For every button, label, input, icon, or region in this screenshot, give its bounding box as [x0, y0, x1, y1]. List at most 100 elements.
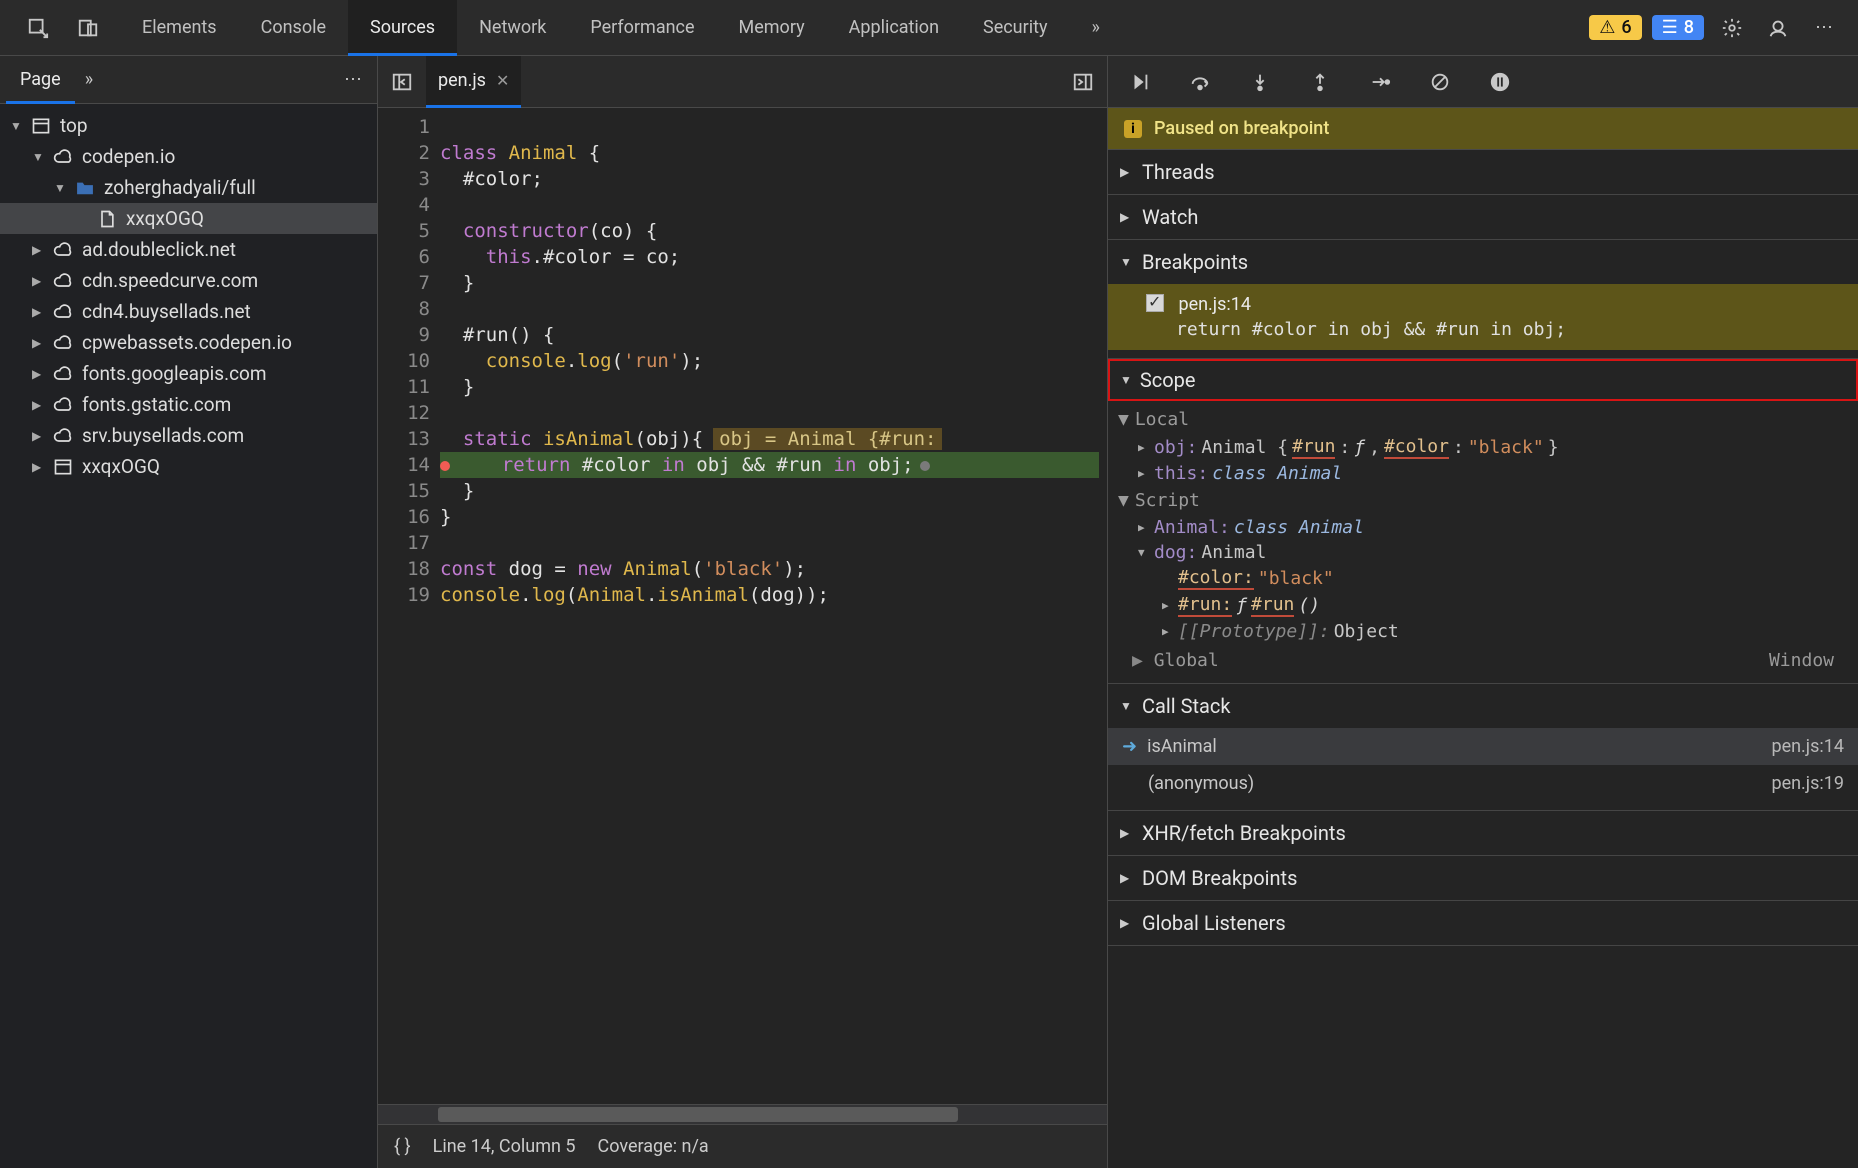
- section-dom-breakpoints[interactable]: ▶DOM Breakpoints: [1108, 856, 1858, 900]
- devtools-top-tabbar: Elements Console Sources Network Perform…: [0, 0, 1858, 56]
- cloud-icon: [52, 302, 74, 322]
- tree-row[interactable]: ▶fonts.googleapis.com: [0, 358, 377, 389]
- paused-message: Paused on breakpoint: [1154, 118, 1329, 139]
- folder-icon: [74, 178, 96, 198]
- step-out-icon[interactable]: [1302, 64, 1338, 100]
- sources-navigator: Page » ⋯ ▼ top ▼codepen.io▼zoherghadyali…: [0, 56, 378, 1168]
- tab-performance[interactable]: Performance: [568, 0, 716, 56]
- tree-label: xxqxOGQ: [82, 455, 160, 478]
- tree-label: xxqxOGQ: [126, 207, 204, 230]
- toggle-debugger-icon[interactable]: [1065, 64, 1101, 100]
- section-watch[interactable]: ▶Watch: [1108, 195, 1858, 239]
- debugger-panel: i Paused on breakpoint ▶Threads ▶Watch ▼…: [1108, 56, 1858, 1168]
- scope-var-dog[interactable]: ▼ dog: Animal: [1118, 540, 1848, 565]
- tree-label: ad.doubleclick.net: [82, 238, 236, 261]
- cloud-icon: [52, 426, 74, 446]
- tree-row[interactable]: ▶xxqxOGQ: [0, 451, 377, 482]
- section-global-listeners[interactable]: ▶Global Listeners: [1108, 901, 1858, 945]
- braces-icon[interactable]: { }: [394, 1136, 411, 1157]
- scope-prop[interactable]: ▶ [[Prototype]]: Object: [1118, 619, 1848, 644]
- breakpoint-checkbox[interactable]: [1146, 294, 1164, 312]
- resume-icon[interactable]: [1122, 64, 1158, 100]
- breakpoint-location: pen.js:14: [1178, 294, 1251, 315]
- tree-row[interactable]: ▶ad.doubleclick.net: [0, 234, 377, 265]
- cloud-icon: [52, 147, 74, 167]
- horizontal-scrollbar[interactable]: [378, 1104, 1107, 1124]
- section-breakpoints[interactable]: ▼Breakpoints: [1108, 240, 1858, 284]
- tab-console[interactable]: Console: [239, 0, 348, 56]
- step-over-icon[interactable]: [1182, 64, 1218, 100]
- more-icon[interactable]: ⋯: [1806, 10, 1842, 46]
- tree-row[interactable]: ▶srv.buysellads.com: [0, 420, 377, 451]
- section-threads[interactable]: ▶Threads: [1108, 150, 1858, 194]
- warnings-badge[interactable]: ⚠ 6: [1589, 15, 1641, 40]
- scope-var[interactable]: ▶ Animal: class Animal: [1118, 515, 1848, 540]
- deactivate-breakpoints-icon[interactable]: [1422, 64, 1458, 100]
- scope-script[interactable]: ▼Script: [1118, 486, 1848, 515]
- tree-label: zoherghadyali/full: [104, 176, 256, 199]
- close-icon[interactable]: ✕: [496, 71, 509, 90]
- section-xhr-breakpoints[interactable]: ▶XHR/fetch Breakpoints: [1108, 811, 1858, 855]
- window-icon: [52, 457, 74, 477]
- tree-row[interactable]: ▶fonts.gstatic.com: [0, 389, 377, 420]
- warnings-count: 6: [1621, 17, 1631, 38]
- file-icon: [96, 209, 118, 229]
- tab-security[interactable]: Security: [961, 0, 1069, 56]
- tree-top[interactable]: ▼ top: [0, 110, 377, 141]
- step-into-icon[interactable]: [1242, 64, 1278, 100]
- cloud-icon: [52, 333, 74, 353]
- face-icon[interactable]: [1760, 10, 1796, 46]
- tree-row[interactable]: xxqxOGQ: [0, 203, 377, 234]
- tree-label: cdn4.buysellads.net: [82, 300, 251, 323]
- tab-sources[interactable]: Sources: [348, 0, 457, 56]
- toggle-navigator-icon[interactable]: [384, 64, 420, 100]
- cloud-icon: [52, 364, 74, 384]
- tree-label: top: [60, 114, 88, 137]
- tree-row[interactable]: ▼zoherghadyali/full: [0, 172, 377, 203]
- tab-network[interactable]: Network: [457, 0, 568, 56]
- cloud-icon: [52, 271, 74, 291]
- pause-exceptions-icon[interactable]: [1482, 64, 1518, 100]
- cursor-position: Line 14, Column 5: [433, 1136, 576, 1157]
- tab-memory[interactable]: Memory: [717, 0, 827, 56]
- breakpoint-snippet: return #color in obj && #run in obj;: [1146, 315, 1842, 340]
- scope-local[interactable]: ▼Local: [1118, 405, 1848, 434]
- editor-filename: pen.js: [438, 70, 486, 91]
- device-toggle-icon[interactable]: [70, 10, 106, 46]
- scope-var[interactable]: ▶ obj: Animal {#run: ƒ, #color: "black"}: [1118, 434, 1848, 461]
- scope-global[interactable]: ▶ Global Window: [1118, 644, 1848, 677]
- navigator-more-icon[interactable]: ⋯: [335, 62, 371, 98]
- callstack-frame[interactable]: ➜isAnimal pen.js:14: [1108, 728, 1858, 765]
- tab-elements[interactable]: Elements: [120, 0, 239, 56]
- navigator-tab-page[interactable]: Page: [6, 56, 75, 104]
- tab-overflow[interactable]: »: [1069, 0, 1121, 56]
- scope-prop[interactable]: #color: "black": [1118, 565, 1848, 592]
- code-area[interactable]: class Animal { #color; constructor(co) {…: [438, 108, 1107, 1104]
- inspect-element-icon[interactable]: [20, 10, 56, 46]
- editor-file-tab[interactable]: pen.js ✕: [426, 56, 521, 108]
- tree-row[interactable]: ▶cpwebassets.codepen.io: [0, 327, 377, 358]
- line-gutter[interactable]: 12345678910111213141516171819: [378, 108, 438, 1104]
- navigator-tab-overflow[interactable]: »: [75, 69, 103, 90]
- callstack-frame[interactable]: (anonymous) pen.js:19: [1108, 765, 1858, 802]
- panel-tabs: Elements Console Sources Network Perform…: [120, 0, 1589, 56]
- tree-label: srv.buysellads.com: [82, 424, 244, 447]
- scope-var[interactable]: ▶ this: class Animal: [1118, 461, 1848, 486]
- tree-row[interactable]: ▼codepen.io: [0, 141, 377, 172]
- step-icon[interactable]: [1362, 64, 1398, 100]
- window-icon: [30, 116, 52, 136]
- messages-count: 8: [1684, 17, 1694, 38]
- paused-banner: i Paused on breakpoint: [1108, 108, 1858, 150]
- section-scope[interactable]: ▼ Scope: [1108, 359, 1858, 401]
- messages-badge[interactable]: ☰ 8: [1652, 15, 1704, 40]
- section-callstack[interactable]: ▼Call Stack: [1108, 684, 1858, 728]
- breakpoint-item[interactable]: pen.js:14 return #color in obj && #run i…: [1108, 284, 1858, 350]
- tree-row[interactable]: ▶cdn4.buysellads.net: [0, 296, 377, 327]
- tree-row[interactable]: ▶cdn.speedcurve.com: [0, 265, 377, 296]
- editor-status-bar: { } Line 14, Column 5 Coverage: n/a: [378, 1124, 1107, 1168]
- scope-prop[interactable]: ▶ #run: ƒ #run(): [1118, 592, 1848, 619]
- debugger-toolbar: [1108, 56, 1858, 108]
- tab-application[interactable]: Application: [827, 0, 961, 56]
- cloud-icon: [52, 240, 74, 260]
- gear-icon[interactable]: [1714, 10, 1750, 46]
